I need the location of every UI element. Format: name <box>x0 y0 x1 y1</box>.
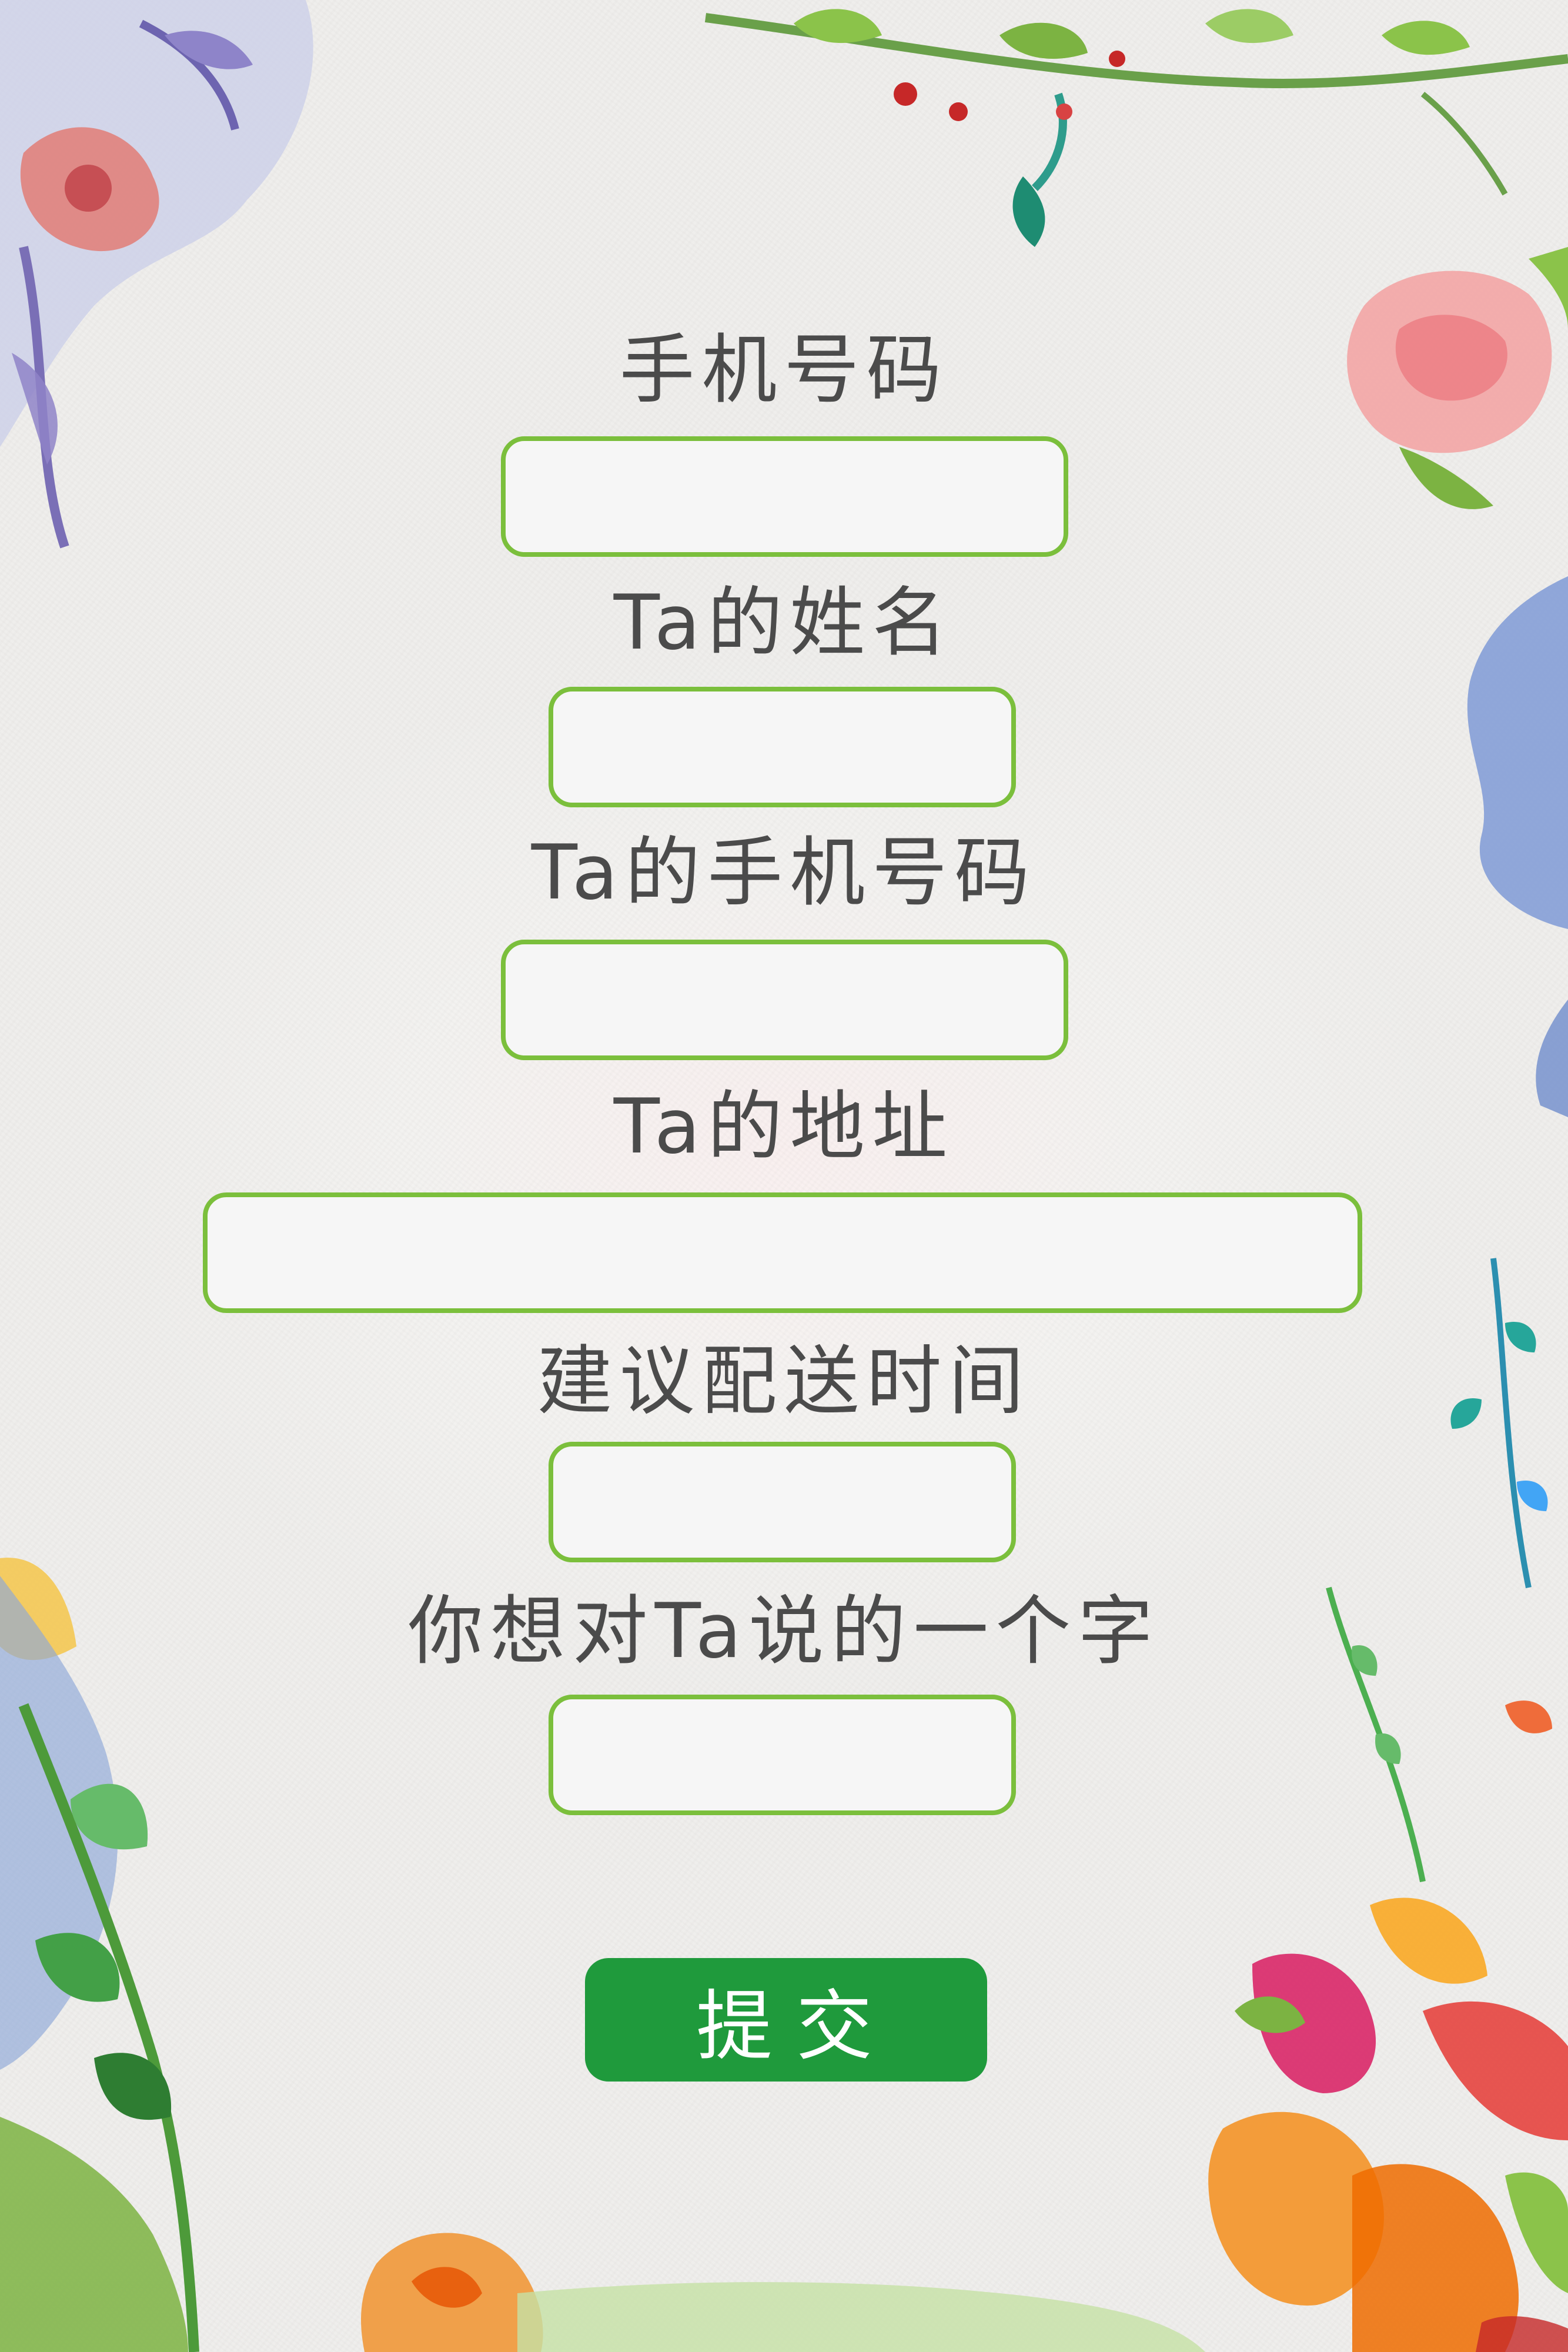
submit-button[interactable]: 提交 <box>585 1958 987 2082</box>
phone-label: 手机号码 <box>619 326 949 414</box>
message-input[interactable] <box>549 1695 1016 1815</box>
recipient-name-input[interactable] <box>549 687 1016 807</box>
delivery-time-label: 建议配送时间 <box>537 1338 1031 1425</box>
recipient-name-label: Ta的姓名 <box>613 579 955 667</box>
recipient-phone-label: Ta的手机号码 <box>531 829 1037 917</box>
recipient-phone-input[interactable] <box>501 940 1068 1060</box>
message-label: 你想对Ta说的一个字 <box>407 1588 1161 1675</box>
phone-input[interactable] <box>501 436 1068 557</box>
gift-order-form: 手机号码 Ta的姓名 Ta的手机号码 Ta的地址 建议配送时间 你想对Ta说的一… <box>0 0 1568 2352</box>
recipient-address-input[interactable] <box>203 1192 1362 1313</box>
delivery-time-input[interactable] <box>549 1442 1016 1562</box>
recipient-address-label: Ta的地址 <box>613 1083 955 1171</box>
page-background: 手机号码 Ta的姓名 Ta的手机号码 Ta的地址 建议配送时间 你想对Ta说的一… <box>0 0 1568 2352</box>
